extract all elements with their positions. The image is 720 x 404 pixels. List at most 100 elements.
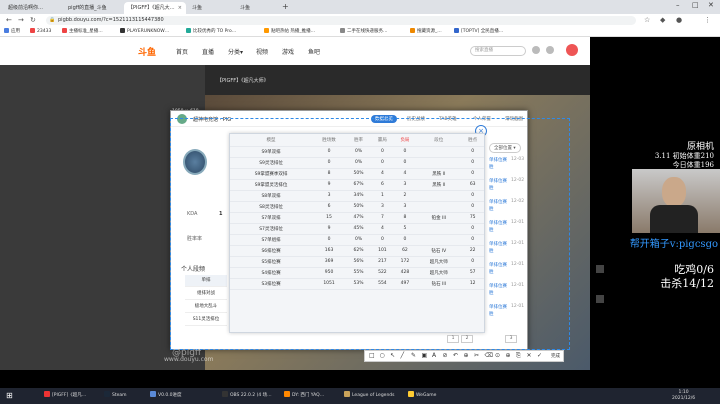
snip-tool-icon[interactable]: ▣: [422, 352, 428, 359]
lol-icon: [344, 391, 350, 397]
bookmark-item[interactable]: 应用: [4, 28, 20, 36]
lock-icon: 🔒: [49, 17, 56, 23]
steam-icon: [104, 391, 110, 397]
profile-icon[interactable]: ●: [676, 16, 682, 24]
bookmark-item[interactable]: [TOPTV] 全民直播…: [454, 28, 503, 36]
snip-tool-icon[interactable]: ✂: [474, 352, 479, 359]
overlay-promo: 帮开箱子v:pigcsgo: [629, 239, 718, 250]
bookmark-item[interactable]: 搜藏资源_…: [410, 28, 442, 36]
snip-tool-icon[interactable]: ⊕: [464, 352, 469, 359]
nav-yuba[interactable]: 鱼吧: [308, 47, 320, 56]
nav-video[interactable]: 视频: [256, 47, 268, 56]
streamer-body: [650, 205, 698, 233]
url-input[interactable]: 🔒 pigbb.douyu.com/?c=1521113115447380: [46, 16, 636, 25]
reload-icon[interactable]: ↻: [30, 16, 36, 24]
wegame-icon: [408, 391, 414, 397]
douyu-logo[interactable]: 斗鱼: [138, 45, 156, 58]
snip-done-button[interactable]: 完成: [551, 353, 560, 359]
bookmark-icon: [340, 28, 345, 33]
site-search-input[interactable]: 搜索直播: [470, 46, 526, 56]
nav-category[interactable]: 分类▾: [228, 47, 243, 56]
snip-tool-icon[interactable]: ⊙: [495, 352, 500, 359]
browser-tab-bar: 超级前沿啊你… pigff的直播_斗鱼 【PIGFF】《超凡大… × 斗鱼 斗鱼 …: [0, 0, 720, 14]
bookmark-icon: [186, 28, 191, 33]
taskbar-item[interactable]: OBS 22.0.2 (4 场…: [222, 391, 272, 401]
browser-tab-active[interactable]: 【PIGFF】《超凡大… ×: [124, 2, 186, 14]
browser-tab[interactable]: 斗鱼: [188, 2, 234, 14]
app-icon: [44, 391, 50, 397]
back-icon[interactable]: ←: [6, 16, 12, 24]
browser-tab[interactable]: 超级前沿啊你…: [4, 2, 62, 14]
obs-icon: [222, 391, 228, 397]
stream-overlay-right: 原相机 3.11 初始体重210 今日体重196 帮开箱子v:pigcsgo 吃…: [590, 65, 720, 370]
bookmark-item[interactable]: 二手在线快递服务…: [340, 28, 388, 36]
streamer-face: [662, 177, 686, 207]
bookmark-icon: [30, 28, 35, 33]
browser-tab[interactable]: 斗鱼: [236, 2, 280, 14]
bookmark-item[interactable]: 23433: [30, 28, 51, 36]
nav-home[interactable]: 首页: [176, 47, 188, 56]
side-share-icon[interactable]: [596, 265, 604, 273]
snip-tool-icon[interactable]: ⌫: [485, 352, 493, 359]
taskbar-item[interactable]: League of Legends: [344, 391, 395, 401]
snip-tool-icon[interactable]: ↶: [453, 352, 458, 359]
webcam-feed: [632, 169, 720, 233]
douyu-watermark-domain: www.douyu.com: [164, 356, 214, 363]
browser-tab[interactable]: pigff的直播_斗鱼: [64, 2, 122, 14]
new-tab-icon[interactable]: +: [282, 2, 289, 12]
nav-games[interactable]: 游戏: [282, 47, 294, 56]
bookmark-icon: [410, 28, 415, 33]
snip-tool-icon[interactable]: □: [369, 352, 375, 359]
bookmark-item[interactable]: PLAYERUNKNOW…: [120, 28, 169, 36]
snip-tool-icon[interactable]: ✕: [527, 352, 532, 359]
app-icon: [284, 391, 290, 397]
stream-title-bar: 【PIGFF】《超凡大师》: [205, 65, 590, 95]
taskbar-item[interactable]: WeGame: [408, 391, 436, 401]
stream-title: 【PIGFF】《超凡大师》: [217, 78, 269, 84]
taskbar-item[interactable]: V0.0.0进度: [150, 391, 182, 401]
snip-tool-icon[interactable]: ↖: [390, 352, 395, 359]
snip-tool-icon[interactable]: A: [432, 352, 436, 359]
minimize-icon[interactable]: –: [676, 1, 680, 9]
bookmark-icon: [454, 28, 459, 33]
bookmark-icon: [62, 28, 67, 33]
nav-live[interactable]: 直播: [202, 47, 214, 56]
history-icon[interactable]: [532, 46, 540, 54]
address-bar-row: ← → ↻ 🔒 pigbb.douyu.com/?c=1521113115447…: [0, 14, 720, 27]
snip-selection[interactable]: [170, 118, 570, 350]
overlay-kill-count: 击杀14/12: [660, 277, 714, 290]
close-window-icon[interactable]: ✕: [708, 1, 714, 9]
snip-tool-icon[interactable]: ⊘: [443, 352, 448, 359]
taskbar-item[interactable]: [PIGFF]《超凡…: [44, 391, 86, 401]
app-icon: [150, 391, 156, 397]
system-clock[interactable]: 1:10 2021/12/6: [672, 390, 695, 402]
windows-taskbar: ⊞ [PIGFF]《超凡… Steam V0.0.0进度 OBS 22.0.2 …: [0, 388, 720, 404]
menu-icon[interactable]: ⋮: [704, 16, 711, 24]
message-icon[interactable]: [546, 46, 554, 54]
bookmark-icon: [120, 28, 125, 33]
star-icon[interactable]: ☆: [644, 16, 650, 24]
windows-start-icon[interactable]: ⊞: [6, 391, 13, 400]
bookmark-item[interactable]: 比较优秀的 TO Pro…: [186, 28, 236, 36]
snip-tool-icon[interactable]: ✎: [411, 352, 416, 359]
snip-tool-icon[interactable]: ⎘: [516, 352, 521, 360]
snip-tool-icon[interactable]: ✓: [537, 352, 542, 359]
bookmark-icon: [264, 28, 269, 33]
apps-icon: [4, 28, 9, 33]
extension-icon[interactable]: ◆: [660, 16, 665, 24]
user-avatar[interactable]: [566, 44, 578, 56]
bookmark-item[interactable]: 贴吧热帖 热播_推播…: [264, 28, 315, 36]
close-icon[interactable]: ×: [178, 2, 182, 14]
maximize-icon[interactable]: □: [692, 1, 699, 9]
taskbar-item[interactable]: Steam: [104, 391, 127, 401]
site-header: 斗鱼 首页 直播 分类▾ 视频 游戏 鱼吧 搜索直播: [0, 37, 590, 65]
snip-tool-icon[interactable]: ╱: [401, 352, 405, 359]
snip-tool-icon[interactable]: ○: [380, 352, 385, 359]
forward-icon[interactable]: →: [18, 16, 24, 24]
snip-tool-icon[interactable]: ⊕: [506, 352, 511, 359]
bookmark-item[interactable]: 主播标准_星播…: [62, 28, 103, 36]
bookmarks-bar: 应用 23433 主播标准_星播… PLAYERUNKNOW… 比较优秀的 TO…: [0, 27, 720, 37]
taskbar-item[interactable]: DY: 西门 YAQ…: [284, 391, 324, 401]
snip-toolbar: □ ○ ↖ ╱ ✎ ▣ A ⊘ ↶ ⊕ ✂ ⌫ ⊙ ⊕ ⎘ ✕ ✓ 完成: [364, 350, 564, 362]
side-share-icon[interactable]: [596, 295, 604, 303]
